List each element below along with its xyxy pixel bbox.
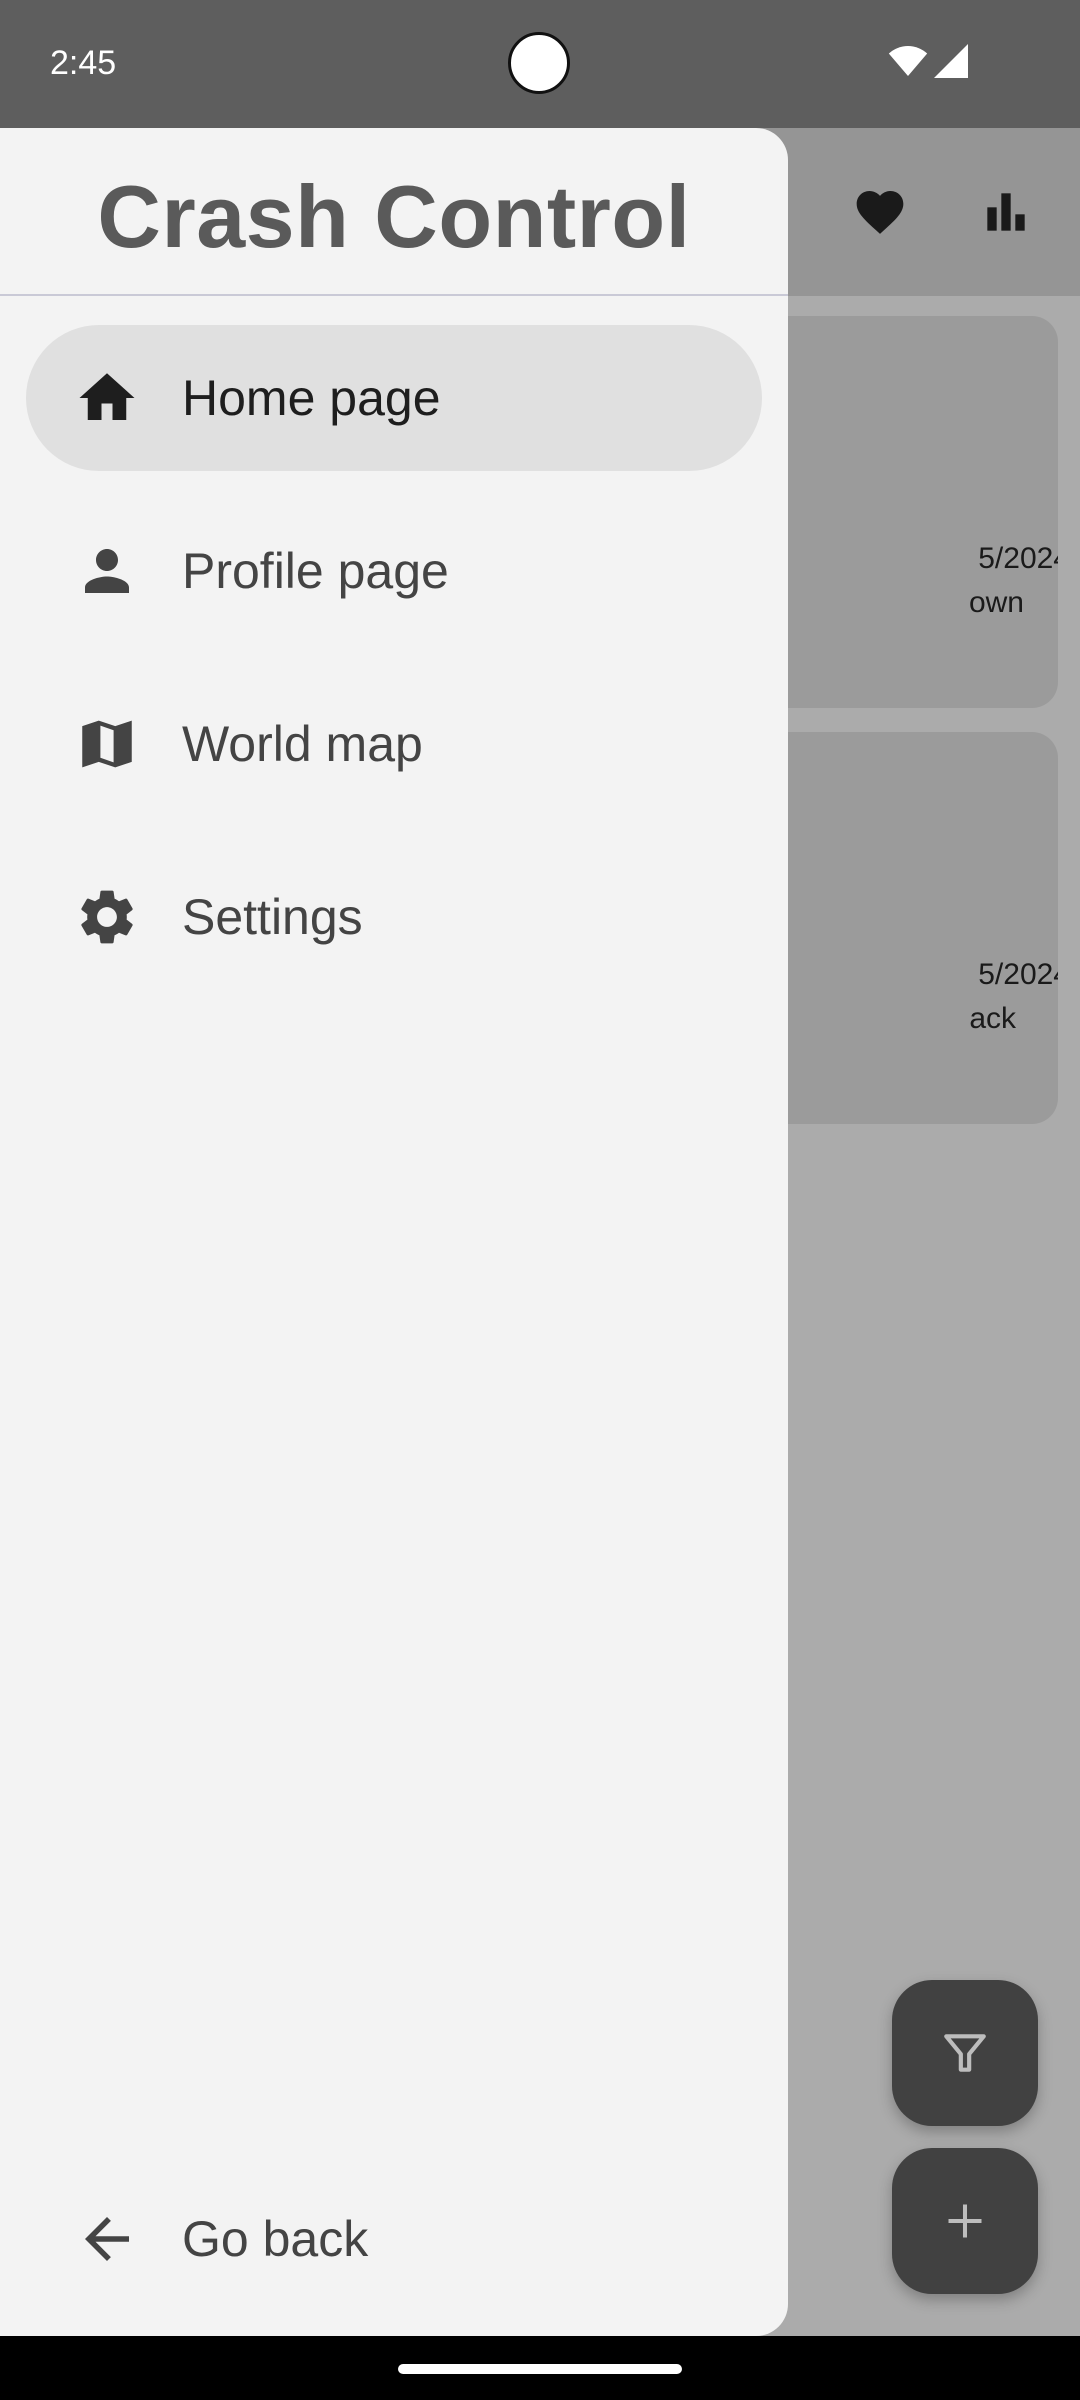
home-indicator[interactable] — [398, 2364, 682, 2374]
camera-cutout — [508, 32, 570, 94]
nav-item-settings[interactable]: Settings — [26, 844, 762, 990]
status-icons — [888, 44, 968, 78]
bar-chart-icon[interactable] — [978, 184, 1034, 240]
filter-button[interactable] — [892, 1980, 1038, 2126]
nav-item-home[interactable]: Home page — [26, 325, 762, 471]
gear-icon — [72, 882, 142, 952]
drawer-divider — [0, 294, 788, 296]
event-card[interactable]: nia 5/2024 own — [760, 316, 1058, 708]
navigation-drawer: Crash Control Home page Profile page Wor… — [0, 128, 788, 2336]
nav-item-label: World map — [182, 716, 423, 772]
status-bar: 2:45 — [0, 0, 1080, 128]
signal-icon — [934, 44, 968, 78]
add-button[interactable] — [892, 2148, 1038, 2294]
wifi-icon — [888, 46, 928, 76]
status-time: 2:45 — [50, 44, 117, 82]
nav-item-label: Settings — [182, 889, 363, 945]
nav-item-profile[interactable]: Profile page — [26, 498, 762, 644]
person-icon — [72, 536, 142, 606]
arrow-back-icon — [72, 2204, 142, 2274]
map-icon — [72, 709, 142, 779]
card-date: 5/2024 — [978, 958, 1058, 991]
add-icon — [948, 2204, 982, 2238]
filter-icon — [944, 2034, 986, 2072]
heart-icon[interactable] — [852, 184, 908, 240]
drawer-title: Crash Control — [97, 167, 691, 266]
home-icon — [72, 363, 142, 433]
card-subtitle: own — [968, 586, 1024, 619]
nav-item-label: Home page — [182, 370, 441, 426]
card-subtitle: ack — [969, 1002, 1016, 1035]
event-card[interactable]: lé 5/2024 ack — [760, 732, 1058, 1124]
nav-item-label: Profile page — [182, 543, 449, 599]
go-back-button[interactable]: Go back — [26, 2166, 762, 2312]
go-back-label: Go back — [182, 2211, 369, 2267]
card-date: 5/2024 — [978, 542, 1058, 575]
nav-item-world-map[interactable]: World map — [26, 671, 762, 817]
